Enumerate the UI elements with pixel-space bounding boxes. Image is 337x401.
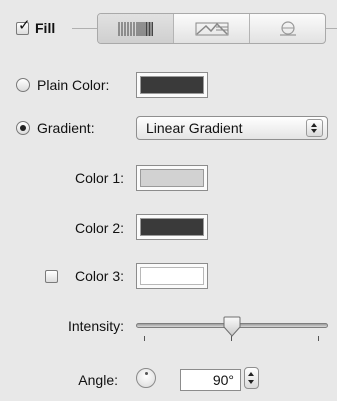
intensity-label: Intensity: — [67, 318, 124, 334]
gradient-type-popup[interactable]: Linear Gradient — [136, 116, 328, 140]
stepper-up-icon — [248, 372, 254, 376]
color3-well[interactable] — [136, 263, 208, 289]
plain-color-swatch — [140, 76, 204, 94]
tab-image-fill[interactable] — [174, 14, 250, 43]
angle-indicator-icon — [145, 372, 148, 375]
color1-well[interactable] — [136, 165, 208, 191]
radio-selected-dot — [20, 125, 26, 131]
angle-input[interactable]: 90° — [180, 369, 241, 391]
fill-label: Fill — [35, 20, 56, 36]
separator-line — [72, 28, 97, 29]
gradient-type-value: Linear Gradient — [146, 120, 243, 136]
popup-arrows-icon — [306, 119, 323, 137]
stepper-down-icon — [248, 380, 254, 384]
angle-stepper[interactable] — [244, 367, 259, 389]
checkmark-icon: ✓ — [18, 17, 31, 34]
color2-well[interactable] — [136, 214, 208, 240]
tinted-image-icon — [279, 20, 296, 36]
color3-label: Color 3: — [74, 268, 124, 284]
angle-label: Angle: — [78, 372, 118, 388]
slider-tick — [144, 336, 145, 341]
gradient-radio[interactable] — [16, 121, 30, 135]
angle-wheel[interactable] — [136, 368, 156, 388]
slider-tick — [318, 336, 319, 341]
color2-swatch — [140, 218, 204, 236]
gradient-bars-icon — [118, 21, 153, 36]
plain-color-well[interactable] — [136, 72, 208, 98]
separator-line — [326, 28, 337, 29]
fill-checkbox[interactable]: ✓ — [16, 18, 31, 35]
color1-swatch — [140, 169, 204, 187]
tab-tinted-image-fill[interactable] — [250, 14, 325, 43]
intensity-slider-thumb[interactable] — [223, 316, 241, 338]
gradient-label: Gradient: — [37, 120, 95, 136]
color2-label: Color 2: — [74, 220, 124, 236]
fill-type-segmented-control — [97, 13, 326, 44]
tab-gradient-fill[interactable] — [98, 14, 174, 43]
color3-swatch — [140, 267, 204, 285]
color1-label: Color 1: — [74, 170, 124, 186]
color3-checkbox[interactable] — [45, 270, 58, 283]
plain-color-radio[interactable] — [16, 78, 30, 92]
image-fill-icon — [195, 22, 228, 35]
plain-color-label: Plain Color: — [37, 77, 110, 93]
